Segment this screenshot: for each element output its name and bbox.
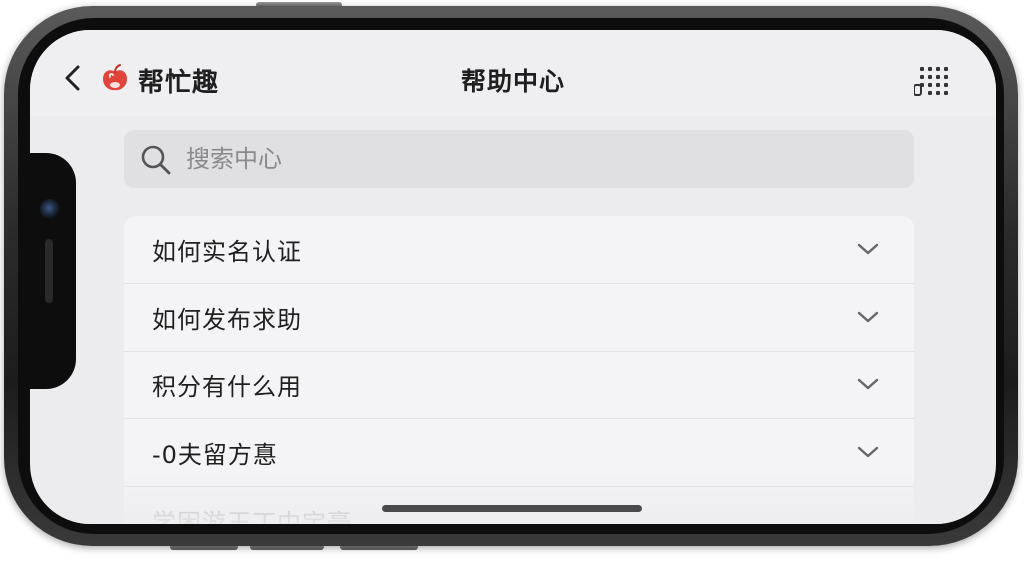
search-input[interactable] — [186, 130, 886, 188]
app-name: 帮忙趣 — [138, 68, 220, 98]
device-mockup: 帮忙趣 帮助中心 搜索中心 如何实名认证 如何发布求助 积分有什么用 -0夫留方… — [0, 0, 1024, 576]
camera-icon — [40, 199, 60, 219]
search-icon — [141, 145, 171, 175]
notch — [30, 153, 76, 389]
search-bar[interactable] — [124, 130, 914, 188]
grid-menu-icon[interactable] — [914, 66, 948, 96]
faq-item-label: 如何实名认证 — [152, 238, 302, 266]
chevron-left-icon[interactable] — [62, 64, 84, 92]
apple-logo-icon — [103, 64, 127, 91]
chevron-down-icon[interactable] — [856, 445, 880, 459]
faq-item-real-name[interactable]: 如何实名认证 — [124, 216, 914, 284]
faq-item-label: -0夫留方惪 — [152, 441, 278, 469]
faq-item-label: 积分有什么用 — [152, 373, 302, 401]
chevron-down-icon[interactable] — [856, 377, 880, 391]
speaker-grille — [45, 239, 53, 303]
faq-item-post-request[interactable]: 如何发布求助 — [124, 284, 914, 352]
faq-item-label: 如何发布求助 — [152, 306, 302, 334]
phone-screen: 帮忙趣 帮助中心 搜索中心 如何实名认证 如何发布求助 积分有什么用 -0夫留方… — [30, 30, 996, 524]
chevron-down-icon[interactable] — [856, 242, 880, 256]
page-title: 帮助中心 — [460, 67, 565, 96]
faq-item-label: 学困游玉丁中宝豪 — [152, 509, 352, 524]
home-indicator[interactable] — [382, 505, 642, 512]
faq-item-points[interactable]: 积分有什么用 — [124, 351, 914, 419]
faq-item-4[interactable]: -0夫留方惪 — [124, 419, 914, 487]
faq-list: 如何实名认证 如何发布求助 积分有什么用 -0夫留方惪 学困游玉丁中宝豪 — [124, 216, 914, 524]
chevron-down-icon[interactable] — [856, 310, 880, 324]
nav-header: 帮忙趣 帮助中心 — [30, 30, 996, 116]
